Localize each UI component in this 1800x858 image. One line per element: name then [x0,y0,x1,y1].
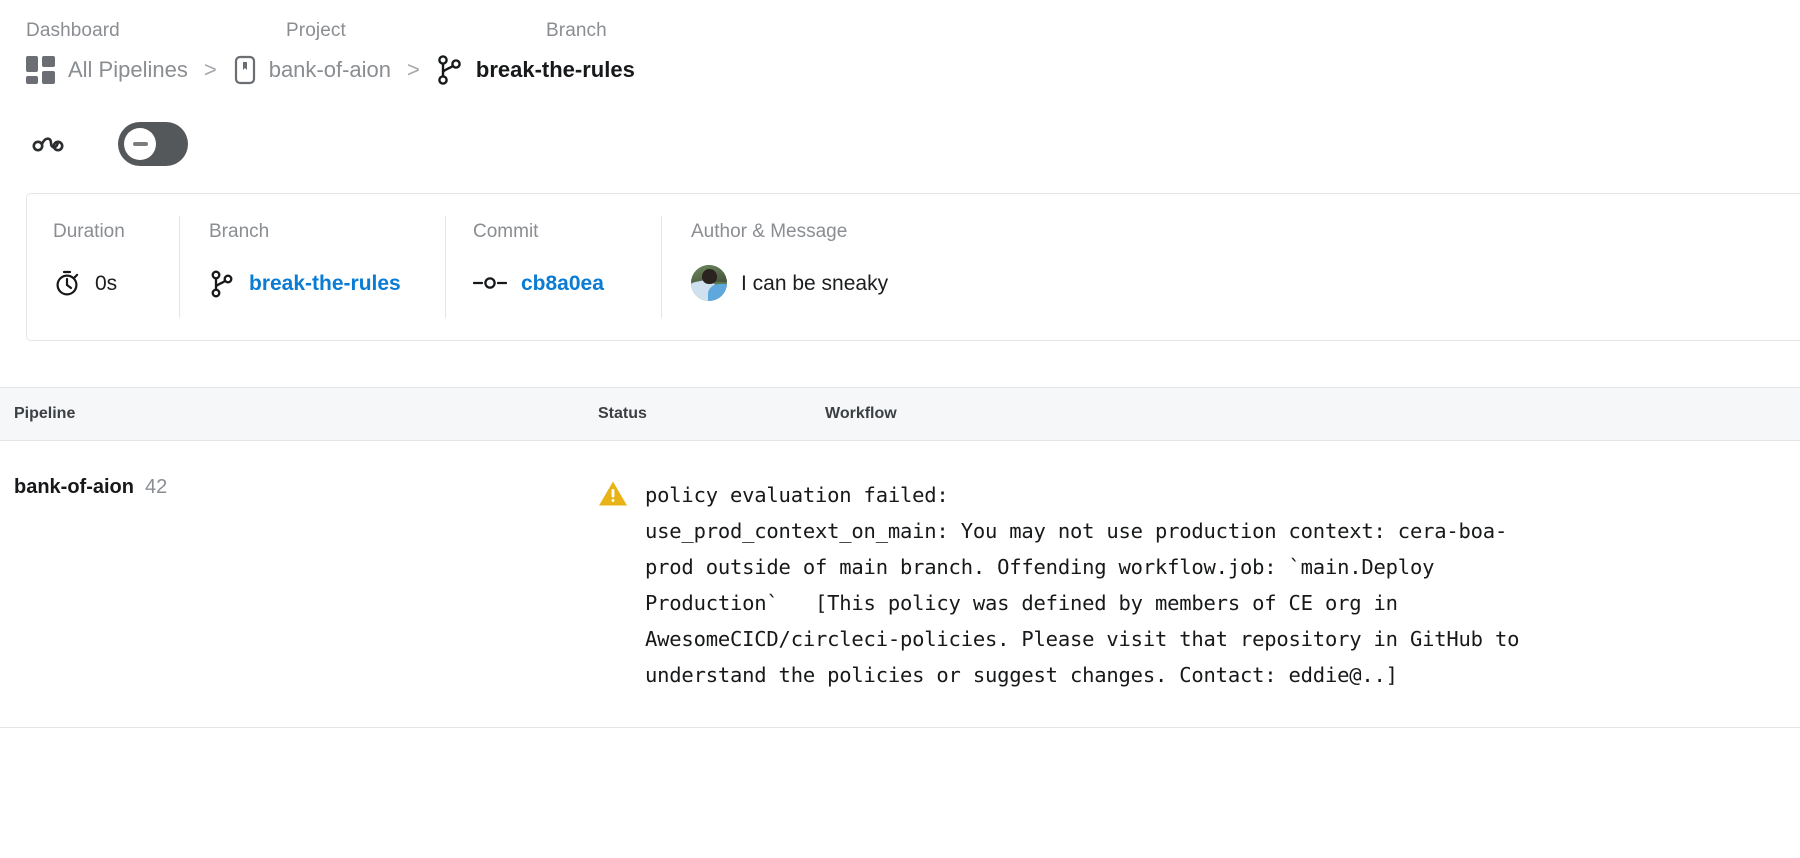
commit-node-icon [473,273,507,293]
pipeline-detail-page: Dashboard Project Branch All Pipelines > [0,0,1800,858]
info-cell-commit: Commit cb8a0ea [445,194,661,340]
status-message-block: policy evaluation failed: use_prod_conte… [598,477,1780,693]
info-cell-author: Author & Message I can be sneaky [661,194,1800,340]
breadcrumb: Dashboard Project Branch All Pipelines > [0,0,1800,91]
stopwatch-icon [53,269,81,297]
policy-error-message: policy evaluation failed: use_prod_conte… [645,483,1520,687]
project-icon [233,55,257,85]
branch-body: break-the-rules [209,267,445,299]
info-cell-branch: Branch break-the-rules [179,194,445,340]
commit-title: Commit [473,221,539,242]
grid-icon [26,56,56,84]
author-body: I can be sneaky [691,265,1800,301]
table-row[interactable]: bank-of-aion 42 policy evaluation failed:… [0,441,1800,728]
breadcrumb-item-project[interactable]: bank-of-aion [233,55,391,85]
breadcrumb-project-label: bank-of-aion [268,57,392,82]
breadcrumb-item-branch: break-the-rules [436,54,635,86]
pipeline-toolbar [0,113,1800,175]
breadcrumb-label-branch: Branch [546,20,607,41]
status-badge[interactable] [118,122,188,166]
commit-message: I can be sneaky [741,271,889,295]
pipeline-name[interactable]: bank-of-aion [14,476,134,498]
table-header-row: Pipeline Status Workflow [0,387,1800,441]
breadcrumb-separator-1: > [203,57,217,82]
commit-body: cb8a0ea [473,267,661,299]
column-header-status: Status [598,405,647,422]
duration-value: 0s [95,271,118,295]
column-header-pipeline: Pipeline [14,405,76,422]
info-cell-duration: Duration 0s [27,194,179,340]
breadcrumb-all-pipelines-label: All Pipelines [68,57,188,82]
breadcrumb-trail: All Pipelines > bank-of-aion > break-the… [26,49,1800,91]
table-cell-pipeline: bank-of-aion 42 [0,477,598,498]
minus-circle-icon [124,128,156,160]
commit-link[interactable]: cb8a0ea [521,273,604,294]
avatar [691,265,727,301]
breadcrumb-branch-label: break-the-rules [475,57,635,82]
table-cell-status: policy evaluation failed: use_prod_conte… [598,477,1800,693]
branch-title: Branch [209,221,270,242]
warning-triangle-icon [598,480,628,507]
breadcrumb-item-all-pipelines[interactable]: All Pipelines [26,56,188,84]
branch-icon [436,54,464,86]
duration-body: 0s [53,267,179,299]
author-title: Author & Message [691,221,848,242]
branch-icon [209,268,235,298]
pipelines-table: Pipeline Status Workflow bank-of-aion 42 [0,387,1800,728]
breadcrumb-separator-2: > [407,57,420,82]
pipeline-number: 42 [145,476,168,498]
pipeline-info-card: Duration 0s Branch break-the-rules Commi… [26,193,1800,341]
branch-link[interactable]: break-the-rules [249,273,401,294]
column-header-workflow: Workflow [825,405,897,422]
breadcrumb-label-project: Project [286,20,346,41]
breadcrumb-label-dashboard: Dashboard [26,20,120,41]
breadcrumb-column-labels: Dashboard Project Branch [26,14,1800,40]
duration-title: Duration [53,221,125,242]
workflow-icon [26,129,70,159]
